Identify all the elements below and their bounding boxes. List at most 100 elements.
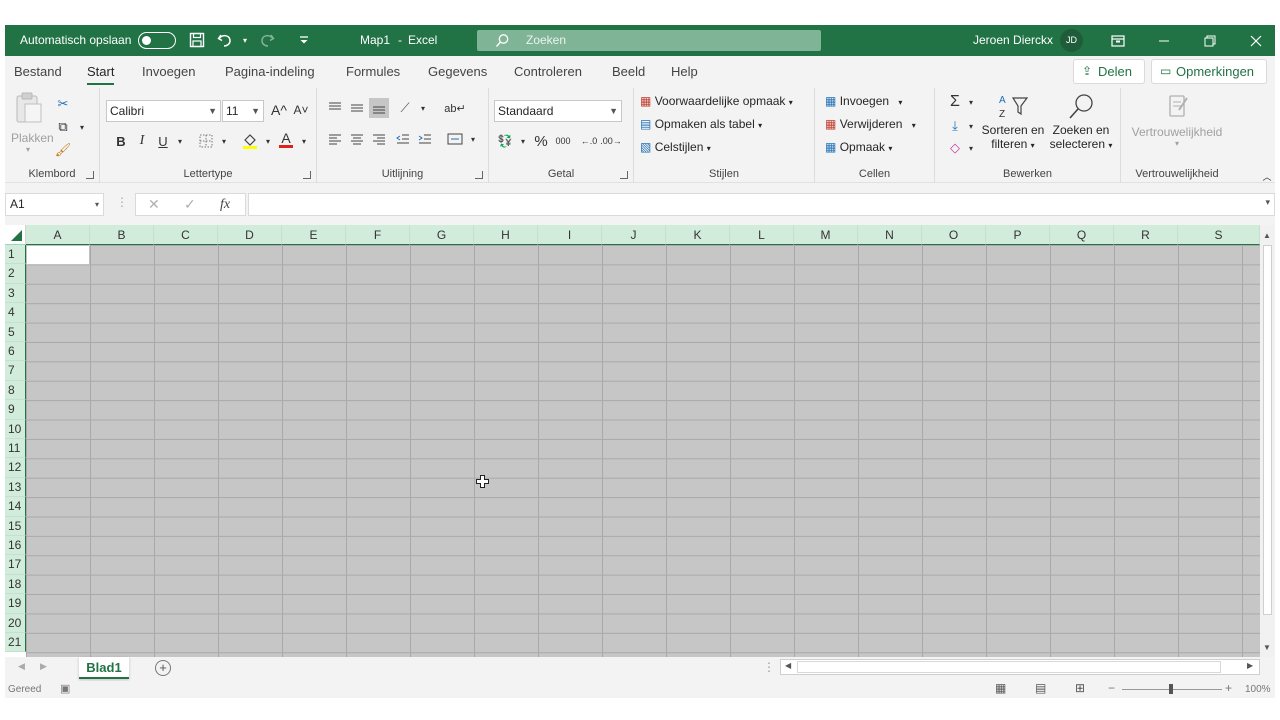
scroll-up-icon[interactable]: ▲: [1263, 231, 1271, 240]
name-box[interactable]: A1 ▾: [5, 193, 104, 216]
font-color-dropdown-icon[interactable]: ▾: [294, 131, 314, 151]
tab-pagina-indeling[interactable]: Pagina-indeling: [225, 56, 315, 88]
active-cell[interactable]: [26, 245, 90, 265]
redo-icon[interactable]: [256, 29, 278, 51]
column-header[interactable]: K: [666, 225, 730, 245]
page-break-view-icon[interactable]: ⊞: [1075, 681, 1085, 695]
borders-icon[interactable]: [196, 131, 216, 151]
percent-button[interactable]: %: [531, 131, 551, 151]
horizontal-scrollbar[interactable]: ◀ ▶: [780, 659, 1260, 675]
wrap-text-icon[interactable]: ab↵: [444, 98, 465, 118]
font-color-button[interactable]: A: [276, 129, 296, 149]
column-header[interactable]: B: [90, 225, 154, 245]
row-header[interactable]: 18: [5, 574, 26, 595]
zoom-slider-thumb[interactable]: [1169, 684, 1173, 694]
row-header[interactable]: 7: [5, 361, 26, 381]
clear-dropdown-icon[interactable]: ▾: [961, 138, 981, 158]
row-header[interactable]: 17: [5, 555, 26, 575]
column-header[interactable]: Q: [1050, 225, 1114, 245]
undo-dropdown-icon[interactable]: ▾: [234, 29, 256, 51]
tab-invoegen[interactable]: Invoegen: [142, 56, 196, 88]
orientation-dropdown-icon[interactable]: ▾: [413, 98, 433, 118]
column-header[interactable]: H: [474, 225, 538, 245]
column-header[interactable]: L: [730, 225, 794, 245]
row-header[interactable]: 13: [5, 477, 26, 498]
shrink-font-button[interactable]: A˅: [291, 100, 311, 120]
expand-formula-bar-icon[interactable]: ▾: [1265, 197, 1270, 208]
row-header[interactable]: 2: [5, 264, 26, 284]
scroll-down-icon[interactable]: ▼: [1263, 643, 1271, 652]
undo-icon[interactable]: [214, 29, 236, 51]
tab-beeld[interactable]: Beeld: [612, 56, 645, 88]
accounting-dropdown-icon[interactable]: ▾: [513, 131, 533, 151]
find-select-button[interactable]: Zoeken en selecteren ▾: [1048, 92, 1114, 151]
autosum-dropdown-icon[interactable]: ▾: [961, 92, 981, 112]
align-right-icon[interactable]: [369, 129, 389, 149]
row-header[interactable]: 15: [5, 516, 26, 536]
sheet-tab-blad1[interactable]: Blad1: [79, 657, 129, 679]
copy-icon[interactable]: ⧉: [53, 117, 73, 137]
row-header[interactable]: 4: [5, 303, 26, 323]
row-header[interactable]: 8: [5, 380, 26, 401]
scroll-right-icon[interactable]: ▶: [1247, 661, 1253, 670]
row-header[interactable]: 14: [5, 497, 26, 517]
column-header[interactable]: S: [1178, 225, 1260, 245]
column-header[interactable]: D: [218, 225, 282, 245]
paste-button[interactable]: Plakken ▾: [11, 92, 54, 158]
accounting-format-icon[interactable]: 💱: [495, 131, 515, 151]
column-header[interactable]: M: [794, 225, 858, 245]
formula-input[interactable]: ▾: [248, 193, 1275, 216]
decrease-indent-icon[interactable]: [393, 129, 413, 149]
row-header[interactable]: 9: [5, 400, 26, 420]
share-button[interactable]: ⇪ Delen: [1073, 59, 1145, 84]
cell-grid[interactable]: [26, 245, 1260, 657]
increase-indent-icon[interactable]: [415, 129, 435, 149]
vertical-scrollbar[interactable]: ▲ ▼: [1260, 225, 1275, 657]
page-layout-view-icon[interactable]: ▤: [1035, 681, 1046, 695]
merge-center-icon[interactable]: [445, 129, 465, 149]
zoom-in-icon[interactable]: +: [1225, 681, 1232, 695]
row-header[interactable]: 21: [5, 633, 26, 653]
column-header[interactable]: F: [346, 225, 410, 245]
collapse-ribbon-icon[interactable]: ︿: [1257, 166, 1275, 186]
format-cells-button[interactable]: ▦ Opmaak ▾: [825, 140, 892, 154]
insert-function-button[interactable]: fx: [220, 197, 230, 213]
number-format-select[interactable]: Standaard ▼: [494, 100, 622, 122]
fill-dropdown-icon[interactable]: ▾: [961, 116, 981, 136]
tab-controleren[interactable]: Controleren: [514, 56, 582, 88]
row-header[interactable]: 3: [5, 283, 26, 304]
minimize-icon[interactable]: [1141, 25, 1187, 56]
horizontal-scroll-thumb[interactable]: [797, 661, 1221, 673]
cell-styles-button[interactable]: ▧ Celstijlen ▾: [640, 140, 711, 154]
column-header[interactable]: A: [26, 225, 90, 245]
add-sheet-icon[interactable]: +: [155, 660, 171, 676]
sensitivity-button[interactable]: Vertrouwelijkheid ▾: [1121, 92, 1233, 148]
restore-icon[interactable]: [1187, 25, 1233, 56]
alignment-launcher-icon[interactable]: [475, 171, 483, 179]
row-header[interactable]: 19: [5, 594, 26, 614]
normal-view-icon[interactable]: ▦: [995, 681, 1006, 695]
align-left-icon[interactable]: [325, 129, 345, 149]
orientation-icon[interactable]: ⟋: [395, 98, 415, 118]
column-header[interactable]: E: [282, 225, 346, 245]
decrease-decimal-icon[interactable]: .00→: [600, 131, 622, 151]
vertical-scroll-thumb[interactable]: [1263, 245, 1272, 615]
search-box[interactable]: Zoeken: [477, 30, 821, 51]
row-header[interactable]: 11: [5, 439, 26, 459]
format-as-table-button[interactable]: ▤ Opmaken als tabel ▾: [640, 117, 762, 131]
fill-color-icon[interactable]: [240, 131, 260, 151]
font-name-select[interactable]: Calibri ▼: [106, 100, 221, 122]
cancel-entry-icon[interactable]: ✕: [148, 196, 160, 213]
column-header[interactable]: J: [602, 225, 666, 245]
borders-dropdown-icon[interactable]: ▾: [214, 131, 234, 151]
column-header[interactable]: O: [922, 225, 986, 245]
row-header[interactable]: 16: [5, 536, 26, 556]
save-icon[interactable]: [186, 29, 208, 51]
format-painter-icon[interactable]: 🖌: [53, 140, 73, 160]
confirm-entry-icon[interactable]: ✓: [184, 196, 196, 213]
tab-bestand[interactable]: Bestand: [14, 56, 62, 88]
row-header[interactable]: 20: [5, 613, 26, 633]
clipboard-launcher-icon[interactable]: [86, 171, 94, 179]
increase-decimal-icon[interactable]: ←.0: [579, 131, 599, 151]
column-header[interactable]: C: [154, 225, 218, 245]
